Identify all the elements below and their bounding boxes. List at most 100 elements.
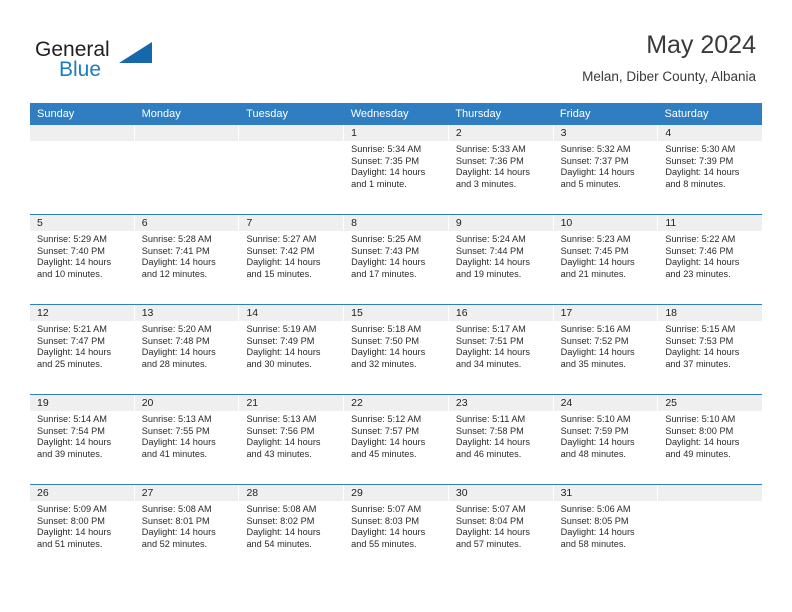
calendar-day-cell[interactable]: 8 Sunrise: 5:25 AM Sunset: 7:43 PM Daylight… bbox=[344, 215, 449, 304]
sunset-time: Sunset: 7:39 PM bbox=[665, 155, 734, 166]
day-sun-info: Sunrise: 5:16 AM Sunset: 7:52 PM Daylight:… bbox=[554, 321, 658, 370]
calendar-day-cell[interactable]: 11 Sunrise: 5:22 AM Sunset: 7:46 PM Dayligh… bbox=[658, 215, 763, 304]
calendar-week-row: 5 Sunrise: 5:29 AM Sunset: 7:40 PM Daylight… bbox=[30, 214, 763, 304]
daylight-duration-line2: and 21 minutes. bbox=[560, 268, 626, 279]
weekday-header-sunday: Sunday bbox=[37, 108, 75, 120]
calendar-day-cell[interactable]: 27 Sunrise: 5:08 AM Sunset: 8:01 PM Dayligh… bbox=[134, 485, 240, 574]
calendar-day-cell[interactable]: 1 Sunrise: 5:34 AM Sunset: 7:35 PM Daylight… bbox=[344, 125, 449, 214]
sunrise-time: Sunrise: 5:22 AM bbox=[665, 234, 736, 244]
sunrise-time: Sunrise: 5:23 AM bbox=[560, 234, 631, 244]
calendar-day-cell[interactable]: 3 Sunrise: 5:32 AM Sunset: 7:37 PM Daylight… bbox=[553, 125, 659, 214]
day-number: 25 bbox=[658, 395, 763, 411]
sunrise-time: Sunrise: 5:07 AM bbox=[455, 504, 526, 514]
daylight-duration-line2: and 57 minutes. bbox=[455, 538, 522, 549]
daylight-duration-line2: and 19 minutes. bbox=[455, 268, 522, 279]
daylight-duration-line1: Daylight: 14 hours bbox=[37, 527, 112, 538]
sunset-time: Sunset: 7:48 PM bbox=[141, 335, 210, 346]
calendar-week-row: 1 Sunrise: 5:34 AM Sunset: 7:35 PM Daylight… bbox=[30, 125, 763, 214]
daylight-duration-line2: and 49 minutes. bbox=[665, 448, 731, 459]
sunset-time: Sunset: 8:01 PM bbox=[141, 515, 210, 526]
daylight-duration-line1: Daylight: 14 hours bbox=[351, 527, 426, 538]
day-number bbox=[134, 125, 239, 141]
page-subtitle: Melan, Diber County, Albania bbox=[582, 69, 756, 84]
calendar-day-cell[interactable]: 16 Sunrise: 5:17 AM Sunset: 7:51 PM Dayligh… bbox=[448, 305, 554, 394]
daylight-duration-line2: and 15 minutes. bbox=[246, 268, 312, 279]
title-block: May 2024 Melan, Diber County, Albania bbox=[582, 30, 756, 88]
calendar-day-cell[interactable]: 29 Sunrise: 5:07 AM Sunset: 8:03 PM Dayligh… bbox=[344, 485, 449, 574]
sunrise-time: Sunrise: 5:19 AM bbox=[246, 324, 317, 334]
calendar-day-cell[interactable]: 14 Sunrise: 5:19 AM Sunset: 7:49 PM Dayligh… bbox=[239, 305, 345, 394]
day-number: 28 bbox=[239, 485, 344, 501]
day-sun-info: Sunrise: 5:08 AM Sunset: 8:02 PM Daylight:… bbox=[239, 501, 343, 550]
daylight-duration-line2: and 8 minutes. bbox=[665, 178, 726, 189]
day-sun-info: Sunrise: 5:28 AM Sunset: 7:41 PM Daylight:… bbox=[135, 231, 239, 280]
calendar-day-cell[interactable]: 10 Sunrise: 5:23 AM Sunset: 7:45 PM Dayligh… bbox=[553, 215, 659, 304]
calendar-day-cell[interactable]: 23 Sunrise: 5:11 AM Sunset: 7:58 PM Dayligh… bbox=[448, 395, 554, 484]
sunrise-time: Sunrise: 5:10 AM bbox=[665, 414, 736, 424]
sunset-time: Sunset: 8:05 PM bbox=[560, 515, 629, 526]
calendar-day-cell[interactable]: 20 Sunrise: 5:13 AM Sunset: 7:55 PM Dayligh… bbox=[134, 395, 240, 484]
calendar-day-cell[interactable]: 5 Sunrise: 5:29 AM Sunset: 7:40 PM Daylight… bbox=[30, 215, 135, 304]
day-number: 10 bbox=[553, 215, 658, 231]
calendar-day-cell[interactable]: 9 Sunrise: 5:24 AM Sunset: 7:44 PM Daylight… bbox=[448, 215, 554, 304]
calendar-week-row: 12 Sunrise: 5:21 AM Sunset: 7:47 PM Dayligh… bbox=[30, 304, 763, 394]
sunset-time: Sunset: 7:42 PM bbox=[246, 245, 315, 256]
day-number bbox=[30, 125, 134, 141]
sunrise-time: Sunrise: 5:16 AM bbox=[560, 324, 631, 334]
day-sun-info: Sunrise: 5:25 AM Sunset: 7:43 PM Daylight:… bbox=[344, 231, 448, 280]
day-number: 8 bbox=[344, 215, 448, 231]
weekday-header-tuesday: Tuesday bbox=[246, 108, 288, 120]
daylight-duration-line1: Daylight: 14 hours bbox=[141, 347, 216, 358]
day-sun-info: Sunrise: 5:18 AM Sunset: 7:50 PM Daylight:… bbox=[344, 321, 448, 370]
calendar-day-cell-empty bbox=[134, 125, 240, 214]
general-blue-logo[interactable]: General Blue bbox=[35, 38, 165, 82]
calendar-day-cell[interactable]: 24 Sunrise: 5:10 AM Sunset: 7:59 PM Dayligh… bbox=[553, 395, 659, 484]
daylight-duration-line1: Daylight: 14 hours bbox=[665, 167, 740, 178]
calendar-day-cell-empty bbox=[30, 125, 135, 214]
day-number: 12 bbox=[30, 305, 134, 321]
daylight-duration-line1: Daylight: 14 hours bbox=[141, 257, 216, 268]
calendar-day-cell[interactable]: 21 Sunrise: 5:13 AM Sunset: 7:56 PM Dayligh… bbox=[239, 395, 345, 484]
calendar-day-cell[interactable]: 17 Sunrise: 5:16 AM Sunset: 7:52 PM Dayligh… bbox=[553, 305, 659, 394]
day-sun-info: Sunrise: 5:30 AM Sunset: 7:39 PM Daylight:… bbox=[658, 141, 762, 190]
calendar-day-cell[interactable]: 19 Sunrise: 5:14 AM Sunset: 7:54 PM Dayligh… bbox=[30, 395, 135, 484]
sunset-time: Sunset: 8:03 PM bbox=[351, 515, 420, 526]
day-sun-info: Sunrise: 5:12 AM Sunset: 7:57 PM Daylight:… bbox=[344, 411, 448, 460]
calendar-day-cell[interactable]: 31 Sunrise: 5:06 AM Sunset: 8:05 PM Dayligh… bbox=[553, 485, 659, 574]
calendar-day-cell[interactable]: 6 Sunrise: 5:28 AM Sunset: 7:41 PM Daylight… bbox=[134, 215, 240, 304]
blue-triangle-icon bbox=[119, 42, 152, 63]
sunset-time: Sunset: 7:36 PM bbox=[455, 155, 524, 166]
sunrise-time: Sunrise: 5:12 AM bbox=[351, 414, 422, 424]
day-number: 26 bbox=[30, 485, 134, 501]
day-sun-info: Sunrise: 5:34 AM Sunset: 7:35 PM Daylight:… bbox=[344, 141, 448, 190]
daylight-duration-line2: and 43 minutes. bbox=[246, 448, 312, 459]
day-number: 24 bbox=[553, 395, 658, 411]
calendar-day-cell[interactable]: 15 Sunrise: 5:18 AM Sunset: 7:50 PM Dayligh… bbox=[344, 305, 449, 394]
calendar-day-cell[interactable]: 22 Sunrise: 5:12 AM Sunset: 7:57 PM Dayligh… bbox=[344, 395, 449, 484]
day-number bbox=[658, 485, 763, 501]
sunset-time: Sunset: 7:41 PM bbox=[141, 245, 210, 256]
calendar-day-cell[interactable]: 12 Sunrise: 5:21 AM Sunset: 7:47 PM Dayligh… bbox=[30, 305, 135, 394]
day-number: 2 bbox=[448, 125, 553, 141]
day-number: 22 bbox=[344, 395, 448, 411]
weekday-header-friday: Friday bbox=[559, 108, 591, 120]
day-number: 23 bbox=[448, 395, 553, 411]
daylight-duration-line1: Daylight: 14 hours bbox=[351, 257, 426, 268]
calendar-day-cell[interactable]: 26 Sunrise: 5:09 AM Sunset: 8:00 PM Dayligh… bbox=[30, 485, 135, 574]
daylight-duration-line2: and 12 minutes. bbox=[141, 268, 208, 279]
calendar-day-cell[interactable]: 13 Sunrise: 5:20 AM Sunset: 7:48 PM Dayligh… bbox=[134, 305, 240, 394]
calendar-day-cell-empty bbox=[239, 125, 345, 214]
calendar-day-cell[interactable]: 28 Sunrise: 5:08 AM Sunset: 8:02 PM Dayligh… bbox=[239, 485, 345, 574]
calendar-day-cell[interactable]: 25 Sunrise: 5:10 AM Sunset: 8:00 PM Dayligh… bbox=[658, 395, 763, 484]
calendar-day-cell[interactable]: 4 Sunrise: 5:30 AM Sunset: 7:39 PM Daylight… bbox=[658, 125, 763, 214]
calendar-day-cell[interactable]: 18 Sunrise: 5:15 AM Sunset: 7:53 PM Dayligh… bbox=[658, 305, 763, 394]
day-sun-info: Sunrise: 5:20 AM Sunset: 7:48 PM Daylight:… bbox=[135, 321, 239, 370]
sunset-time: Sunset: 7:35 PM bbox=[351, 155, 420, 166]
calendar-day-cell[interactable]: 30 Sunrise: 5:07 AM Sunset: 8:04 PM Dayligh… bbox=[448, 485, 554, 574]
calendar-day-cell[interactable]: 7 Sunrise: 5:27 AM Sunset: 7:42 PM Daylight… bbox=[239, 215, 345, 304]
day-number: 7 bbox=[239, 215, 344, 231]
day-sun-info: Sunrise: 5:13 AM Sunset: 7:55 PM Daylight:… bbox=[135, 411, 239, 460]
weekday-header-saturday: Saturday bbox=[664, 108, 709, 120]
calendar-day-cell[interactable]: 2 Sunrise: 5:33 AM Sunset: 7:36 PM Daylight… bbox=[448, 125, 554, 214]
day-sun-info: Sunrise: 5:21 AM Sunset: 7:47 PM Daylight:… bbox=[30, 321, 134, 370]
